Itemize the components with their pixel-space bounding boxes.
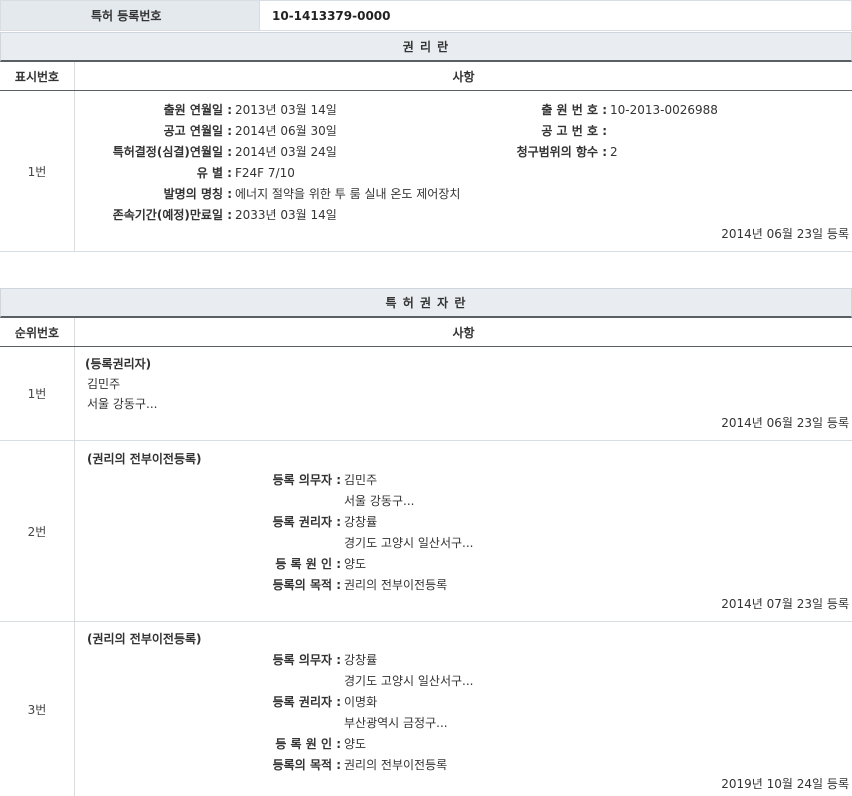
cause-value: 양도	[344, 737, 367, 751]
registration-date: 2019년 10월 24일 등록	[721, 777, 849, 791]
row-number: 1번	[0, 91, 75, 251]
registration-number: 10-1413379-0000	[272, 8, 391, 23]
application-number-label: 출 원 번 호 :	[541, 103, 607, 117]
expiry-date-label: 존속기간(예정)만료일 :	[112, 208, 232, 222]
holder-address: 서울 강동구...	[87, 397, 158, 411]
holder-name: 이명화	[344, 695, 378, 709]
decision-date-value: 2014년 03월 24일	[235, 145, 337, 159]
holder-address: 경기도 고양시 일산서구...	[344, 536, 474, 550]
obligor-name: 김민주	[344, 473, 378, 487]
invention-title-value: 에너지 절약을 위한 투 룸 실내 온도 제어장치	[235, 187, 461, 201]
registration-date: 2014년 06월 23일 등록	[721, 227, 849, 241]
obligor-label: 등록 의무자 :	[272, 473, 341, 487]
obligor-address: 경기도 고양시 일산서구...	[344, 674, 474, 688]
rights-section-title: 권 리 란	[0, 32, 852, 62]
registration-label: 특허 등록번호	[1, 1, 260, 30]
row-number: 3번	[0, 622, 75, 796]
claims-count-value: 2	[610, 145, 618, 159]
publication-number-label: 공 고 번 호 :	[541, 124, 607, 138]
holder-label: 등록 권리자 :	[272, 695, 341, 709]
obligor-label: 등록 의무자 :	[272, 653, 341, 667]
rights-row-body: 출원 연월일 : 2013년 03월 14일 공고 연월일 : 2014년 06…	[75, 91, 852, 251]
holder-name: 김민주	[87, 377, 121, 391]
registration-bar: 특허 등록번호 10-1413379-0000	[0, 0, 852, 31]
publication-date-value: 2014년 06월 30일	[235, 124, 337, 138]
holder-row-body: (권리의 전부이전등록) 등록 의무자 : 김민주 서울 강동구... 등록 권…	[75, 441, 852, 621]
purpose-label: 등록의 목적 :	[272, 578, 341, 592]
obligor-address: 서울 강동구...	[344, 494, 415, 508]
holder-name: 강창률	[344, 515, 378, 529]
entry-heading: (권리의 전부이전등록)	[87, 632, 202, 646]
entry-heading: (등록권리자)	[85, 357, 152, 371]
obligor-name: 강창률	[344, 653, 378, 667]
cause-value: 양도	[344, 557, 367, 571]
application-date-label: 출원 연월일 :	[163, 103, 232, 117]
registration-date: 2014년 07월 23일 등록	[721, 597, 849, 611]
holder-column-header: 순위번호 사항	[0, 318, 852, 347]
classification-value: F24F 7/10	[235, 166, 295, 180]
invention-title-label: 발명의 명칭 :	[163, 187, 232, 201]
holder-label: 등록 권리자 :	[272, 515, 341, 529]
col-item: 사항	[452, 325, 475, 340]
row-number: 2번	[0, 441, 75, 621]
entry-heading: (권리의 전부이전등록)	[87, 452, 202, 466]
cause-label: 등 록 원 인 :	[275, 557, 341, 571]
classification-label: 유 별 :	[196, 166, 232, 180]
application-date-value: 2013년 03월 14일	[235, 103, 337, 117]
row-number: 1번	[0, 347, 75, 440]
publication-date-label: 공고 연월일 :	[163, 124, 232, 138]
registration-date: 2014년 06월 23일 등록	[721, 416, 849, 430]
col-item: 사항	[452, 69, 475, 84]
decision-date-label: 특허결정(심결)연월일 :	[112, 145, 232, 159]
holder-row: 1번 (등록권리자) 김민주 서울 강동구... 2014년 06월 23일 등…	[0, 347, 852, 441]
holder-row: 2번 (권리의 전부이전등록) 등록 의무자 : 김민주 서울 강동구... 등…	[0, 441, 852, 622]
col-display-number: 표시번호	[0, 62, 75, 90]
holder-row: 3번 (권리의 전부이전등록) 등록 의무자 : 강창률 경기도 고양시 일산서…	[0, 622, 852, 796]
holder-row-body: (등록권리자) 김민주 서울 강동구... 2014년 06월 23일 등록	[75, 347, 852, 440]
col-rank-number: 순위번호	[0, 318, 75, 346]
purpose-label: 등록의 목적 :	[272, 758, 341, 772]
application-number-value: 10-2013-0026988	[610, 103, 718, 117]
holder-section-title: 특 허 권 자 란	[0, 288, 852, 318]
cause-label: 등 록 원 인 :	[275, 737, 341, 751]
rights-row: 1번 출원 연월일 : 2013년 03월 14일 공고 연월일 : 2014년…	[0, 91, 852, 252]
purpose-value: 권리의 전부이전등록	[344, 578, 448, 592]
holder-address: 부산광역시 금정구...	[344, 716, 448, 730]
purpose-value: 권리의 전부이전등록	[344, 758, 448, 772]
expiry-date-value: 2033년 03월 14일	[235, 208, 337, 222]
holder-row-body: (권리의 전부이전등록) 등록 의무자 : 강창률 경기도 고양시 일산서구..…	[75, 622, 852, 796]
claims-count-label: 청구범위의 항수 :	[516, 145, 607, 159]
rights-column-header: 표시번호 사항	[0, 62, 852, 91]
